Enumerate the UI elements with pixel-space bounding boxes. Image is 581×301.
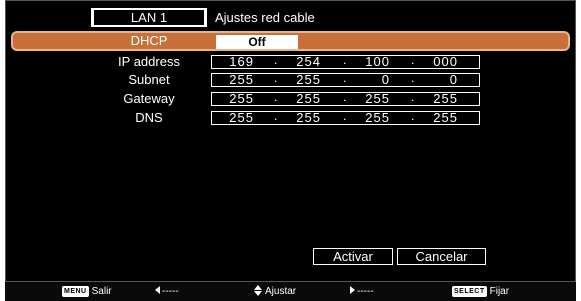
dot-separator: . <box>411 71 415 85</box>
arrow-up-down-icon <box>254 285 263 296</box>
dhcp-label: DHCP <box>130 33 168 48</box>
page-title: Ajustes red cable <box>215 10 315 25</box>
gateway-field[interactable]: 255 . 255 . 255 . 255 <box>211 90 480 106</box>
activate-button[interactable]: Activar <box>313 248 393 265</box>
dot-separator: . <box>274 71 278 85</box>
left-label: ----- <box>162 286 179 297</box>
dot-separator: . <box>274 109 278 123</box>
ip-octet-4[interactable]: 000 <box>416 55 458 69</box>
screen: LAN 1 Ajustes red cable DHCP Off IP addr… <box>0 0 581 301</box>
dhcp-value[interactable]: Off <box>216 35 298 49</box>
footer-set-hint: SELECT Fijar <box>452 285 509 298</box>
dot-separator: . <box>343 71 347 85</box>
footer-exit-hint: MENU Salir <box>62 285 112 298</box>
right-label: ----- <box>357 286 374 297</box>
dns-octet-4[interactable]: 255 <box>416 111 458 125</box>
ip-octet-2[interactable]: 254 <box>279 55 321 69</box>
gateway-octet-2[interactable]: 255 <box>279 92 321 106</box>
gateway-octet-4[interactable]: 255 <box>416 92 458 106</box>
cancel-button[interactable]: Cancelar <box>397 248 486 265</box>
footer-hint-bar: MENU Salir ----- Ajustar ----- SELECT Fija… <box>5 282 576 301</box>
dns-octet-2[interactable]: 255 <box>279 111 321 125</box>
dns-octet-3[interactable]: 255 <box>348 111 390 125</box>
ip-address-label: IP address <box>118 54 180 69</box>
ip-octet-3[interactable]: 100 <box>348 55 390 69</box>
adjust-label: Ajustar <box>265 286 297 297</box>
footer-adjust-hint: Ajustar <box>254 285 296 298</box>
dot-separator: . <box>411 109 415 123</box>
dot-separator: . <box>343 90 347 104</box>
lan1-tab-label: LAN 1 <box>94 10 204 25</box>
network-settings-panel: LAN 1 Ajustes red cable DHCP Off IP addr… <box>5 0 576 282</box>
dns-field[interactable]: 255 . 255 . 255 . 255 <box>211 109 480 125</box>
subnet-octet-3[interactable]: 0 <box>348 73 390 87</box>
lan1-tab[interactable]: LAN 1 <box>91 8 207 27</box>
arrow-left-icon <box>155 286 160 294</box>
dhcp-row[interactable]: DHCP Off <box>11 31 570 51</box>
subnet-octet-4[interactable]: 0 <box>416 73 458 87</box>
gateway-octet-3[interactable]: 255 <box>348 92 390 106</box>
dot-separator: . <box>411 90 415 104</box>
arrow-right-icon <box>350 286 355 294</box>
ip-octet-1[interactable]: 169 <box>212 55 254 69</box>
gateway-octet-1[interactable]: 255 <box>212 92 254 106</box>
select-key-icon: SELECT <box>452 286 487 297</box>
footer-right-hint: ----- <box>350 285 374 298</box>
subnet-octet-2[interactable]: 255 <box>279 73 321 87</box>
subnet-label: Subnet <box>128 72 170 87</box>
dot-separator: . <box>274 53 278 67</box>
footer-left-hint: ----- <box>155 285 179 298</box>
dot-separator: . <box>411 53 415 67</box>
dot-separator: . <box>343 53 347 67</box>
gateway-label: Gateway <box>123 91 175 106</box>
set-label: Fijar <box>489 286 510 297</box>
dot-separator: . <box>274 90 278 104</box>
dns-octet-1[interactable]: 255 <box>212 111 254 125</box>
subnet-field[interactable]: 255 . 255 . 0 . 0 <box>211 71 480 87</box>
dot-separator: . <box>343 109 347 123</box>
dns-label: DNS <box>135 110 163 125</box>
exit-label: Salir <box>91 286 112 297</box>
subnet-octet-1[interactable]: 255 <box>212 73 254 87</box>
menu-key-icon: MENU <box>62 286 89 297</box>
ip-address-field[interactable]: 169 . 254 . 100 . 000 <box>211 53 480 69</box>
